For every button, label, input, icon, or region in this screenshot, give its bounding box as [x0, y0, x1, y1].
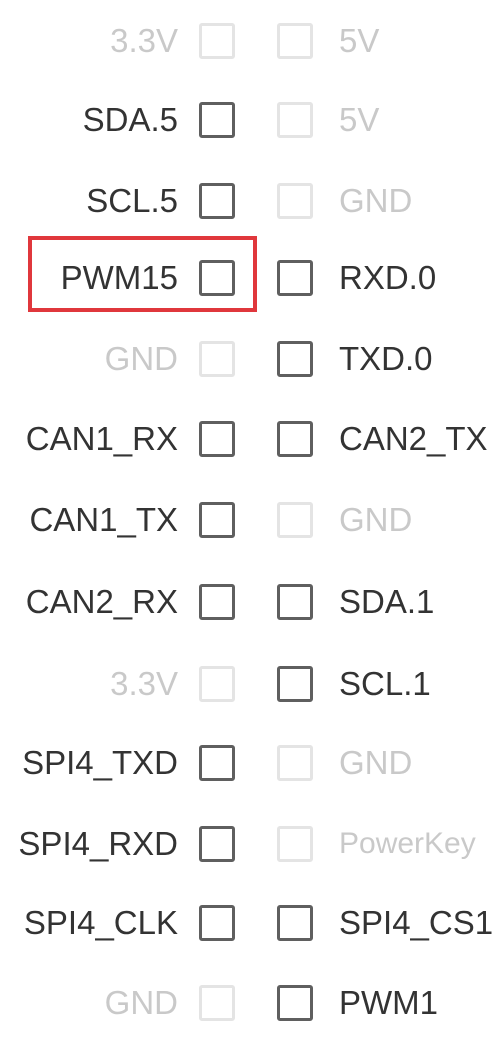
- pin-row: CAN2_RX SDA.1: [0, 561, 494, 643]
- pin-row: SDA.5 5V: [0, 79, 494, 161]
- pin-label-gnd: GND: [339, 182, 413, 219]
- pin-checkbox-gnd: [277, 745, 313, 781]
- pin-checkbox-can1-rx[interactable]: [199, 421, 235, 457]
- pin-checkbox-5v: [277, 23, 313, 59]
- pin-checkbox-3v3: [199, 666, 235, 702]
- pin-header-grid: 3.3V 5V SDA.5 5V SCL.5 GND PWM15 RXD.0 G…: [0, 0, 494, 1032]
- pin-checkbox-txd0[interactable]: [277, 341, 313, 377]
- pin-checkbox-can2-rx[interactable]: [199, 584, 235, 620]
- pin-label-spi4-txd: SPI4_TXD: [22, 744, 178, 781]
- pin-row: CAN1_TX GND: [0, 479, 494, 561]
- pin-row: 3.3V SCL.1: [0, 643, 494, 725]
- pin-label-scl5: SCL.5: [86, 182, 178, 219]
- pin-checkbox-gnd: [277, 502, 313, 538]
- pin-checkbox-spi4-rxd[interactable]: [199, 826, 235, 862]
- pin-checkbox-3v3: [199, 23, 235, 59]
- pin-row: PWM15 RXD.0: [0, 237, 494, 319]
- pin-label-spi4-cs1: SPI4_CS1: [339, 904, 494, 941]
- pin-label-can2-rx: CAN2_RX: [25, 583, 178, 620]
- pin-label-3v3: 3.3V: [110, 22, 178, 59]
- pin-label-pwm15: PWM15: [60, 259, 178, 296]
- pin-row: CAN1_RX CAN2_TX: [0, 398, 494, 480]
- pin-label-gnd: GND: [104, 340, 178, 377]
- pin-label-gnd: GND: [339, 744, 413, 781]
- pin-checkbox-5v: [277, 102, 313, 138]
- pin-label-spi4-rxd: SPI4_RXD: [18, 825, 178, 862]
- pin-checkbox-can1-tx[interactable]: [199, 502, 235, 538]
- pin-label-can1-rx: CAN1_RX: [25, 420, 178, 457]
- pin-checkbox-pwm15[interactable]: [199, 260, 235, 296]
- pin-label-3v3: 3.3V: [110, 665, 178, 702]
- pin-label-5v: 5V: [339, 22, 380, 59]
- pin-row: 3.3V 5V: [0, 0, 494, 82]
- pin-label-txd0: TXD.0: [339, 340, 433, 377]
- pin-checkbox-powerkey: [277, 826, 313, 862]
- pin-label-spi4-clk: SPI4_CLK: [23, 904, 178, 941]
- pin-checkbox-gnd: [199, 341, 235, 377]
- pin-label-gnd: GND: [339, 501, 413, 538]
- pin-checkbox-scl1[interactable]: [277, 666, 313, 702]
- pin-checkbox-sda1[interactable]: [277, 584, 313, 620]
- pin-checkbox-spi4-clk[interactable]: [199, 905, 235, 941]
- pin-checkbox-scl5[interactable]: [199, 183, 235, 219]
- pin-checkbox-can2-tx[interactable]: [277, 421, 313, 457]
- pin-label-rxd0: RXD.0: [339, 259, 437, 296]
- pin-label-can1-tx: CAN1_TX: [29, 501, 178, 538]
- pin-row: SPI4_CLK SPI4_CS1: [0, 882, 494, 964]
- pin-label-can2-tx: CAN2_TX: [339, 420, 488, 457]
- pin-checkbox-gnd: [277, 183, 313, 219]
- pin-label-powerkey: PowerKey: [339, 827, 476, 860]
- pin-checkbox-spi4-txd[interactable]: [199, 745, 235, 781]
- pin-label-sda1: SDA.1: [339, 583, 435, 620]
- pin-checkbox-rxd0[interactable]: [277, 260, 313, 296]
- pin-label-sda5: SDA.5: [82, 101, 178, 138]
- pin-row: SPI4_RXD PowerKey: [0, 803, 494, 885]
- pin-row: GND TXD.0: [0, 318, 494, 400]
- pin-row: SPI4_TXD GND: [0, 722, 494, 804]
- pin-checkbox-gnd: [199, 985, 235, 1021]
- pin-label-scl1: SCL.1: [339, 665, 431, 702]
- pin-checkbox-sda5[interactable]: [199, 102, 235, 138]
- pin-row: SCL.5 GND: [0, 160, 494, 242]
- pin-checkbox-spi4-cs1[interactable]: [277, 905, 313, 941]
- pin-checkbox-pwm1[interactable]: [277, 985, 313, 1021]
- pin-label-5v: 5V: [339, 101, 380, 138]
